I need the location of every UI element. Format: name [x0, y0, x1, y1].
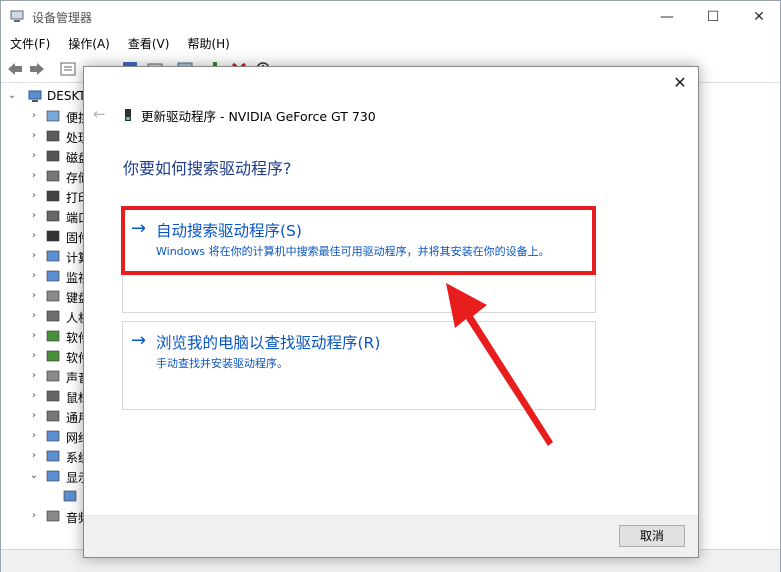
arrow-right-icon: → — [131, 330, 147, 351]
chevron-right-icon[interactable]: › — [29, 226, 39, 246]
chevron-down-icon[interactable]: ⌄ — [7, 86, 17, 106]
dialog-footer: 取消 — [84, 515, 698, 557]
tree-item[interactable]: › 人机 — [1, 306, 85, 326]
disk-drive-icon — [46, 150, 60, 162]
tree-item[interactable]: › 软件 — [1, 326, 85, 346]
chevron-down-icon[interactable]: ⌄ — [29, 466, 39, 486]
properties-icon[interactable] — [59, 61, 77, 77]
tree-item[interactable]: › 打印 — [1, 186, 85, 206]
audio-icon — [46, 370, 60, 382]
display-adapter-icon — [46, 470, 60, 482]
option-description: 手动查找并安装驱动程序。 — [156, 357, 288, 370]
maximize-button[interactable]: ☐ — [690, 1, 736, 32]
tree-item[interactable]: › 声音 — [1, 366, 85, 386]
portable-device-icon — [46, 110, 60, 122]
menu-bar: 文件(F) 操作(A) 查看(V) 帮助(H) — [1, 33, 780, 54]
chevron-right-icon[interactable]: › — [29, 246, 39, 266]
menu-action[interactable]: 操作(A) — [59, 33, 119, 54]
hid-icon — [46, 310, 60, 322]
update-driver-dialog: ✕ ← 更新驱动程序 - NVIDIA GeForce GT 730 你要如何搜… — [83, 66, 699, 558]
software-component-icon — [46, 330, 60, 342]
chevron-right-icon[interactable]: › — [29, 146, 39, 166]
firmware-icon — [46, 230, 60, 242]
annotation-highlight-box — [121, 206, 596, 275]
display-adapter-icon — [63, 490, 77, 502]
mouse-icon — [46, 390, 60, 402]
monitor-icon — [46, 270, 60, 282]
chevron-right-icon[interactable]: › — [29, 206, 39, 226]
printer-icon — [46, 190, 60, 202]
menu-view[interactable]: 查看(V) — [119, 33, 179, 54]
usb-icon — [46, 410, 60, 422]
option-title: 浏览我的电脑以查找驱动程序(R) — [156, 334, 381, 352]
tree-item[interactable]: › 固件 — [1, 226, 85, 246]
forward-icon[interactable] — [28, 61, 46, 77]
tree-item[interactable]: ⌄ 显示 — [1, 466, 85, 486]
device-manager-icon — [10, 10, 24, 22]
chevron-right-icon[interactable]: › — [29, 306, 39, 326]
tree-item[interactable]: › 处理 — [1, 126, 85, 146]
tree-item[interactable]: › 便携 — [1, 106, 85, 126]
processor-icon — [46, 130, 60, 142]
tree-item[interactable]: › 音频 — [1, 506, 85, 526]
system-device-icon — [46, 450, 60, 462]
tree-item[interactable]: › 软件 — [1, 346, 85, 366]
graphics-card-icon — [125, 109, 131, 121]
chevron-right-icon[interactable]: › — [29, 506, 39, 526]
software-device-icon — [46, 350, 60, 362]
window-title: 设备管理器 — [32, 11, 93, 25]
keyboard-icon — [46, 290, 60, 302]
chevron-right-icon[interactable]: › — [29, 186, 39, 206]
tree-root[interactable]: ⌄ DESKT — [1, 86, 85, 106]
tree-item[interactable]: › 计算 — [1, 246, 85, 266]
tree-item[interactable]: › 磁盘 — [1, 146, 85, 166]
tree-item[interactable]: › 端口 — [1, 206, 85, 226]
tree-item[interactable]: › 通用 — [1, 406, 85, 426]
port-icon — [46, 210, 60, 222]
chevron-right-icon[interactable]: › — [29, 366, 39, 386]
chevron-right-icon[interactable]: › — [29, 126, 39, 146]
audio-icon — [46, 510, 60, 522]
menu-file[interactable]: 文件(F) — [1, 33, 59, 54]
chevron-right-icon[interactable]: › — [29, 426, 39, 446]
dialog-header: 更新驱动程序 - NVIDIA GeForce GT 730 — [141, 109, 376, 124]
chevron-right-icon[interactable]: › — [29, 166, 39, 186]
storage-controller-icon — [46, 170, 60, 182]
close-button[interactable]: ✕ — [736, 1, 781, 32]
chevron-right-icon[interactable]: › — [29, 326, 39, 346]
tree-root-label: DESKT — [47, 89, 85, 103]
network-adapter-icon — [46, 430, 60, 442]
chevron-right-icon[interactable]: › — [29, 406, 39, 426]
minimize-button[interactable]: — — [644, 1, 690, 32]
back-icon[interactable] — [6, 61, 24, 77]
dialog-question: 你要如何搜索驱动程序? — [123, 159, 292, 178]
cancel-button[interactable]: 取消 — [619, 525, 685, 547]
chevron-right-icon[interactable]: › — [29, 266, 39, 286]
chevron-right-icon[interactable]: › — [29, 286, 39, 306]
tree-item[interactable]: › 监视 — [1, 266, 85, 286]
tree-item[interactable]: › 网络 — [1, 426, 85, 446]
tree-item[interactable]: › 系统 — [1, 446, 85, 466]
tree-item[interactable]: › 鼠标 — [1, 386, 85, 406]
device-tree: ⌄ DESKT › 便携 › 处理 › 磁盘 › 存储 › 打印 › 端口 › 固件 › 计算 › 监视 › 键盘 › 人… — [1, 84, 85, 549]
chevron-right-icon[interactable]: › — [29, 446, 39, 466]
computer-icon — [28, 90, 42, 102]
chevron-right-icon[interactable]: › — [29, 106, 39, 126]
tree-item[interactable] — [1, 486, 85, 506]
computer-icon — [46, 250, 60, 262]
back-arrow-icon[interactable]: ← — [93, 105, 106, 123]
browse-computer-option[interactable]: → 浏览我的电脑以查找驱动程序(R) 手动查找并安装驱动程序。 — [122, 321, 596, 410]
chevron-right-icon[interactable]: › — [29, 386, 39, 406]
tree-item[interactable]: › 键盘 — [1, 286, 85, 306]
chevron-right-icon[interactable]: › — [29, 346, 39, 366]
menu-help[interactable]: 帮助(H) — [178, 33, 238, 54]
dialog-close-button[interactable]: ✕ — [671, 74, 689, 92]
tree-item[interactable]: › 存储 — [1, 166, 85, 186]
title-bar: 设备管理器 — ☐ ✕ — [1, 1, 780, 32]
